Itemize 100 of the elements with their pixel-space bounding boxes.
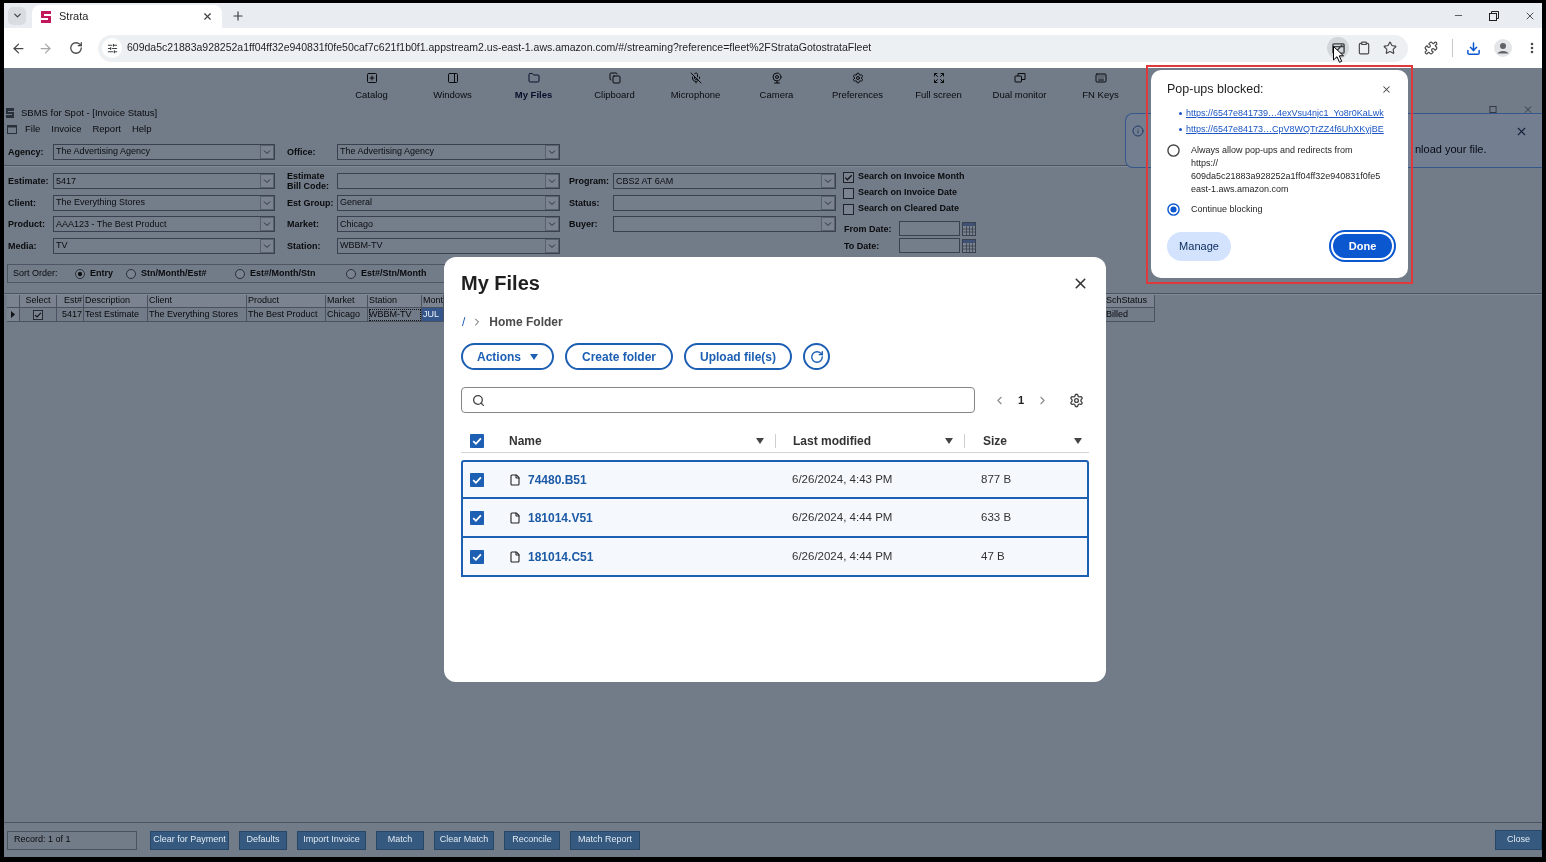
dropdown-field[interactable]	[613, 194, 836, 211]
dropdown-field[interactable]: TV	[53, 237, 275, 254]
menu-item[interactable]: File	[25, 121, 41, 137]
action-button[interactable]: Defaults	[239, 830, 287, 850]
menu-item[interactable]: Report	[92, 121, 121, 137]
file-row[interactable]: 181014.V51 6/26/2024, 4:44 PM 633 B	[461, 499, 1089, 538]
action-button[interactable]: Clear Match	[434, 830, 494, 850]
column-header[interactable]: Mont	[422, 295, 444, 308]
chevron-down-icon[interactable]	[545, 144, 559, 159]
breadcrumb-item[interactable]: Home Folder	[489, 313, 563, 331]
date-field[interactable]	[899, 221, 960, 236]
toolbar-button[interactable]: Catalog	[331, 68, 412, 105]
calendar-icon[interactable]	[962, 238, 976, 253]
sort-caret-icon[interactable]	[1074, 438, 1082, 444]
toolbar-button[interactable]: Dual monitor	[979, 68, 1060, 105]
column-header[interactable]: SchStatus	[1105, 295, 1155, 308]
column-header[interactable]: Market	[326, 295, 368, 308]
file-name-link[interactable]: 74480.B51	[528, 470, 587, 489]
dropdown-field[interactable]: CBS2 AT 6AM	[613, 173, 836, 189]
site-info-button[interactable]	[102, 38, 122, 58]
dropdown-field[interactable]: Chicago	[337, 216, 560, 233]
checkbox[interactable]	[470, 510, 484, 525]
close-icon[interactable]	[1381, 84, 1392, 95]
window-maximize-icon[interactable]	[1489, 106, 1497, 113]
toolbar-action-button[interactable]: Create folder	[565, 343, 673, 370]
star-icon[interactable]	[1383, 41, 1397, 55]
action-button[interactable]: Reconcile	[504, 830, 560, 850]
radio-button[interactable]	[126, 268, 136, 279]
column-header[interactable]: Client	[148, 295, 247, 308]
toolbar-button[interactable]: Preferences	[817, 68, 898, 105]
toolbar-button[interactable]: Full screen	[898, 68, 979, 105]
toolbar-button[interactable]: FN Keys	[1060, 68, 1141, 105]
chevron-down-icon[interactable]	[545, 195, 559, 210]
dropdown-field[interactable]: General	[337, 194, 560, 211]
chevron-down-icon[interactable]	[260, 195, 274, 210]
column-header[interactable]: Last modified	[793, 432, 871, 450]
dropdown-field[interactable]: The Everything Stores	[53, 194, 275, 211]
column-header[interactable]: Station	[368, 295, 422, 308]
action-button[interactable]: Match Report	[570, 830, 640, 850]
dropdown-field[interactable]: The Advertising Agency	[53, 143, 275, 160]
window-close-icon[interactable]	[1524, 106, 1532, 113]
toolbar-button[interactable]: Windows	[412, 68, 493, 105]
toolbar-button[interactable]: Microphone	[655, 68, 736, 105]
dropdown-field[interactable]	[613, 216, 836, 233]
radio-button[interactable]	[235, 268, 245, 279]
clipboard-icon[interactable]	[1357, 41, 1371, 55]
action-button[interactable]: Clear for Payment	[150, 830, 229, 850]
action-button[interactable]: Match	[376, 830, 424, 850]
profile-avatar-icon[interactable]	[1494, 39, 1512, 57]
radio-button[interactable]	[75, 268, 85, 279]
column-header[interactable]: Name	[509, 432, 542, 450]
download-icon[interactable]	[1466, 40, 1481, 56]
row-selector[interactable]	[7, 308, 20, 322]
toolbar-button[interactable]: Clipboard	[574, 68, 655, 105]
date-field[interactable]	[899, 238, 960, 253]
close-icon[interactable]	[202, 11, 213, 22]
column-header[interactable]: Size	[983, 432, 1007, 450]
action-button[interactable]: Import Invoice	[297, 830, 366, 850]
sort-caret-icon[interactable]	[756, 438, 764, 444]
menu-item[interactable]: Invoice	[51, 121, 82, 137]
dropdown-field[interactable]: 5417	[53, 173, 275, 189]
tab-list-button[interactable]	[8, 6, 26, 25]
manage-button[interactable]: Manage	[1167, 231, 1231, 261]
column-header[interactable]: Description	[84, 295, 148, 308]
chevron-down-icon[interactable]	[545, 238, 559, 253]
checkbox[interactable]	[33, 309, 43, 320]
column-header[interactable]: Product	[247, 295, 326, 308]
refresh-button[interactable]	[803, 343, 830, 370]
close-button[interactable]: Close	[1495, 830, 1542, 850]
new-tab-icon[interactable]	[231, 8, 245, 23]
done-button[interactable]: Done	[1329, 230, 1396, 262]
popup-link[interactable]: https://6547e84173…CpV8WQTrZZ4f6UhXKyjBE	[1186, 122, 1384, 137]
checkbox[interactable]	[470, 472, 484, 487]
toolbar-button[interactable]: Camera	[736, 68, 817, 105]
address-bar[interactable]: 609da5c21883a928252a1ff04ff32e940831f0fe50caf7c621f1b0f1.appstream2.us-east-1.aws.amazon.com/#/streaming?reference=fleet%2FStrataGotostrataFleet	[98, 34, 1408, 62]
checkbox[interactable]	[470, 434, 484, 448]
calendar-icon[interactable]	[962, 221, 976, 236]
popup-link[interactable]: https://6547e841739…4exVsu4njc1_Yo8r0KaLwk	[1186, 106, 1384, 121]
actions-menu-button[interactable]: Actions	[461, 343, 554, 370]
settings-icon[interactable]	[1069, 392, 1085, 408]
toolbar-button[interactable]: My Files	[493, 68, 574, 105]
puzzle-icon[interactable]	[1424, 41, 1438, 55]
chevron-down-icon[interactable]	[821, 217, 835, 232]
chevron-down-icon[interactable]	[545, 217, 559, 232]
checkbox[interactable]	[843, 171, 854, 183]
file-row[interactable]: 74480.B51 6/26/2024, 4:43 PM 877 B	[461, 460, 1089, 499]
file-row[interactable]: 181014.C51 6/26/2024, 4:44 PM 47 B	[461, 538, 1089, 577]
checkbox[interactable]	[843, 203, 854, 215]
dropdown-field[interactable]: The Advertising Agency	[337, 143, 560, 160]
sort-caret-icon[interactable]	[945, 438, 953, 444]
column-header[interactable]: Select	[20, 295, 57, 308]
file-name-link[interactable]: 181014.V51	[528, 508, 593, 527]
radio-button[interactable]	[346, 268, 356, 279]
radio-button[interactable]	[1167, 203, 1180, 216]
dropdown-field[interactable]: WBBM-TV	[337, 237, 560, 254]
checkbox[interactable]	[843, 187, 854, 199]
chevron-down-icon[interactable]	[260, 217, 274, 232]
arrow-right-icon[interactable]	[38, 40, 53, 56]
menu-item[interactable]: Help	[131, 121, 152, 137]
browser-tab[interactable]: Strata	[32, 5, 222, 28]
